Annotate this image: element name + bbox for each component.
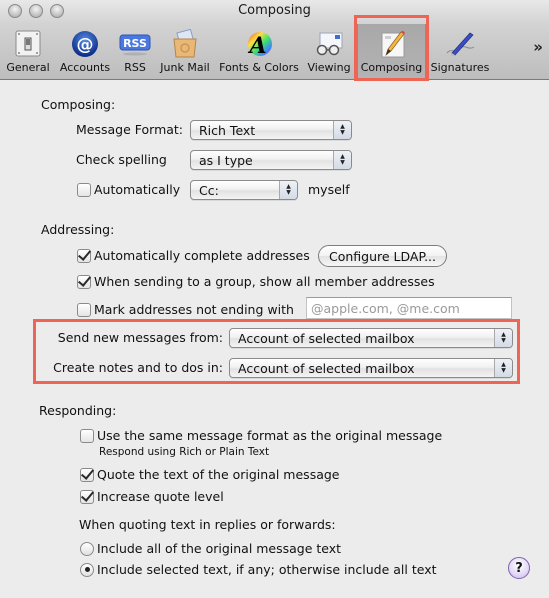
checkbox-label: Automatically xyxy=(94,182,181,197)
send-from-popup[interactable]: Account of selected mailbox ▲ ▼ xyxy=(229,328,513,348)
myself-label: myself xyxy=(308,182,350,197)
label-text: When quoting text in replies or forwards… xyxy=(79,517,336,532)
junk-mail-icon xyxy=(173,29,197,58)
notes-popup[interactable]: Account of selected mailbox ▲ ▼ xyxy=(229,358,513,378)
same-format-checkbox-row[interactable]: Use the same message format as the origi… xyxy=(80,428,442,443)
window-titlebar: Composing General @ Accounts RSS RSS Jun… xyxy=(0,0,549,80)
svg-text:RSS: RSS xyxy=(123,37,147,50)
popup-value: as I type xyxy=(199,152,253,168)
popup-value: Rich Text xyxy=(199,122,256,138)
preferences-toolbar: General @ Accounts RSS RSS Junk Mail A F… xyxy=(0,24,549,80)
show-group-checkbox-row[interactable]: When sending to a group, show all member… xyxy=(77,274,435,289)
field-placeholder: @apple.com, @me.com xyxy=(311,300,460,316)
tab-fonts-colors[interactable]: A Fonts & Colors xyxy=(216,24,302,80)
tab-label: RSS xyxy=(124,61,146,74)
mark-addresses-checkbox[interactable] xyxy=(77,302,91,317)
label-text: Send new messages from: xyxy=(57,330,223,345)
checkbox-label: Increase quote level xyxy=(97,489,224,504)
label-text: Message Format: xyxy=(76,122,184,137)
viewing-glasses-icon xyxy=(316,32,343,56)
increase-quote-checkbox[interactable] xyxy=(80,489,94,504)
mark-addresses-checkbox-row[interactable]: Mark addresses not ending with xyxy=(77,302,294,317)
tab-label: Fonts & Colors xyxy=(219,61,299,74)
tab-label: Signatures xyxy=(430,61,490,74)
checkbox-label: Quote the text of the original message xyxy=(97,467,340,482)
popup-arrows-icon: ▲ ▼ xyxy=(333,121,351,139)
tab-junk-mail[interactable]: Junk Mail xyxy=(158,24,212,80)
popup-value: Cc: xyxy=(199,182,219,198)
section-title-responding: Responding: xyxy=(39,403,117,418)
rss-icon: RSS xyxy=(119,34,151,56)
show-group-members-checkbox[interactable] xyxy=(77,274,91,289)
tab-rss[interactable]: RSS RSS xyxy=(117,24,153,80)
tab-signatures[interactable]: Signatures xyxy=(429,24,491,80)
pencil-paper-icon xyxy=(381,30,405,58)
general-switch-icon xyxy=(15,30,41,57)
svg-text:@: @ xyxy=(77,35,94,55)
pen-signature-icon xyxy=(446,32,475,57)
radio-include-all-row[interactable]: Include all of the original message text xyxy=(80,541,341,556)
radio-include-selected-row[interactable]: Include selected text, if any; otherwise… xyxy=(80,562,437,577)
automatically-checkbox-row[interactable]: Automatically xyxy=(77,182,180,197)
tab-label: Viewing xyxy=(307,61,351,74)
auto-complete-checkbox-row[interactable]: Automatically complete addresses xyxy=(77,248,310,263)
message-format-label: Message Format: xyxy=(76,122,183,137)
quoting-header: When quoting text in replies or forwards… xyxy=(79,517,336,532)
popup-value: Account of selected mailbox xyxy=(238,360,415,376)
radio-label: Include selected text, if any; otherwise… xyxy=(97,562,437,577)
tab-general[interactable]: General xyxy=(4,24,52,80)
label-text: Create notes and to dos in: xyxy=(53,360,223,375)
include-all-radio[interactable] xyxy=(80,541,94,556)
section-title-composing: Composing: xyxy=(41,97,116,112)
popup-value: Account of selected mailbox xyxy=(238,330,415,346)
tab-accounts[interactable]: @ Accounts xyxy=(56,24,114,80)
increase-quote-checkbox-row[interactable]: Increase quote level xyxy=(80,489,224,504)
automatically-checkbox[interactable] xyxy=(77,182,91,197)
tab-label: General xyxy=(6,61,50,74)
checkbox-label: Use the same message format as the origi… xyxy=(97,428,443,443)
label-text: myself xyxy=(308,182,350,197)
button-label: Configure LDAP... xyxy=(329,248,436,264)
notes-label: Create notes and to dos in: xyxy=(40,360,223,375)
section-title-addressing: Addressing: xyxy=(41,222,115,237)
tab-viewing[interactable]: Viewing xyxy=(306,24,352,80)
window-title: Composing xyxy=(238,3,311,18)
label-text: Check spelling xyxy=(76,152,167,167)
help-button[interactable]: ? xyxy=(508,557,530,579)
send-from-label: Send new messages from: xyxy=(40,330,223,345)
configure-ldap-button[interactable]: Configure LDAP... xyxy=(318,245,447,267)
same-format-note: Respond using Rich or Plain Text xyxy=(99,446,269,458)
same-format-checkbox[interactable] xyxy=(80,428,94,443)
tab-composing[interactable]: Composing xyxy=(357,24,426,80)
popup-arrows-icon: ▲ ▼ xyxy=(279,181,297,199)
message-format-popup[interactable]: Rich Text ▲ ▼ xyxy=(190,120,352,140)
toolbar-overflow-button[interactable]: » xyxy=(533,38,543,56)
tab-label: Accounts xyxy=(59,61,111,74)
quote-text-checkbox-row[interactable]: Quote the text of the original message xyxy=(80,467,340,482)
tab-label: Composing xyxy=(360,61,423,74)
check-spelling-label: Check spelling xyxy=(76,152,167,167)
checkbox-label: Automatically complete addresses xyxy=(94,248,310,263)
at-sign-icon: @ xyxy=(72,31,98,57)
popup-arrows-icon: ▲ ▼ xyxy=(494,329,512,347)
cc-popup[interactable]: Cc: ▲ ▼ xyxy=(190,180,298,200)
checkbox-label: Mark addresses not ending with xyxy=(94,302,294,317)
checkbox-label: When sending to a group, show all member… xyxy=(94,274,435,289)
note-text: Respond using Rich or Plain Text xyxy=(99,446,270,458)
popup-arrows-icon: ▲ ▼ xyxy=(333,151,351,169)
radio-label: Include all of the original message text xyxy=(97,541,342,556)
popup-arrows-icon: ▲ ▼ xyxy=(494,359,512,377)
fonts-colors-icon: A xyxy=(247,32,272,59)
check-spelling-popup[interactable]: as I type ▲ ▼ xyxy=(190,150,352,170)
help-icon: ? xyxy=(515,560,523,576)
quote-text-checkbox[interactable] xyxy=(80,467,94,482)
tab-label: Junk Mail xyxy=(160,61,210,74)
svg-text:A: A xyxy=(247,33,266,59)
auto-complete-checkbox[interactable] xyxy=(77,248,91,263)
mark-addresses-field[interactable]: @apple.com, @me.com xyxy=(306,297,512,319)
include-selected-radio[interactable] xyxy=(80,562,94,577)
